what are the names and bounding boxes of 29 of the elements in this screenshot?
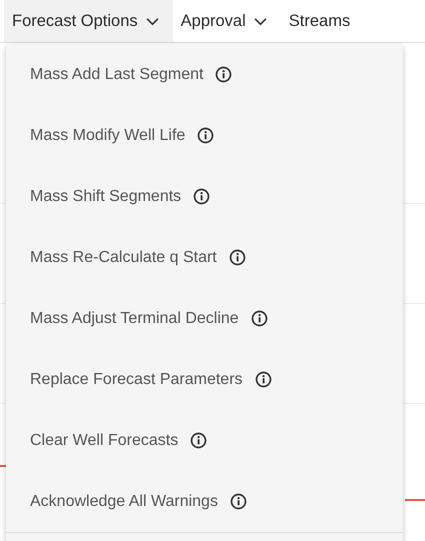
menu-item-label: Mass Add Last Segment	[30, 66, 204, 84]
menu-item[interactable]: Clear Well Forecasts	[6, 410, 403, 471]
menu-tab[interactable]: Streams	[280, 0, 364, 42]
chevron-down-icon	[254, 16, 267, 26]
menu-item-label: Mass Re-Calculate q Start	[30, 248, 217, 266]
menu-item[interactable]: Mass Adjust Terminal Decline	[6, 288, 403, 349]
chevron-down-icon	[146, 16, 159, 26]
menu-item-label: Replace Forecast Parameters	[30, 370, 243, 388]
menu-item[interactable]: Mass Re-Calculate q Start	[6, 227, 403, 288]
menu-tab[interactable]: Forecast Options	[4, 0, 173, 42]
menu-item-label: Mass Adjust Terminal Decline	[30, 310, 239, 328]
menu-tab[interactable]: Approval	[172, 0, 281, 42]
info-icon	[254, 371, 272, 388]
info-icon	[197, 127, 214, 144]
menu-item-label: Mass Modify Well Life	[30, 126, 186, 144]
info-icon	[193, 188, 210, 205]
menu-item[interactable]: Mass Add Last Segment	[6, 44, 403, 105]
menu-item[interactable]: Mass Shift Segments	[6, 166, 403, 227]
info-icon	[250, 310, 268, 327]
info-icon	[230, 493, 247, 510]
menu-item-label: Mass Shift Segments	[30, 188, 182, 206]
info-icon	[190, 432, 208, 449]
menu-item[interactable]: Mass Modify Well Life	[6, 105, 403, 166]
menu-item-label: Clear Well Forecasts	[30, 432, 178, 450]
menu-item-label: Acknowledge All Warnings	[30, 492, 218, 510]
menu-item[interactable]: Replace Forecast Parameters	[6, 349, 403, 410]
info-icon	[228, 249, 246, 266]
info-icon	[215, 66, 232, 83]
menu-item[interactable]: Acknowledge All Warnings	[6, 471, 403, 532]
